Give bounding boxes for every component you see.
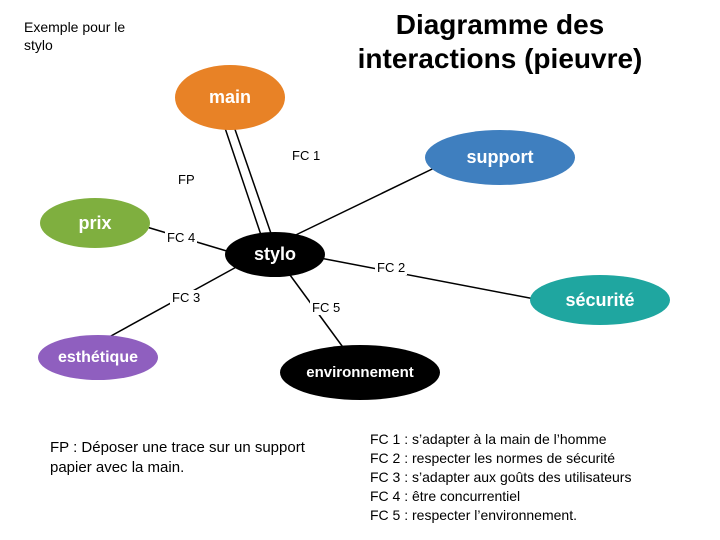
legend-fc1: FC 1 : s’adapter à la main de l’homme [370,430,700,449]
node-environnement: environnement [280,345,440,400]
node-support-label: support [467,147,534,168]
example-note-line2: stylo [24,37,53,53]
page-title: Diagramme des interactions (pieuvre) [300,8,700,75]
legend-fc4: FC 4 : être concurrentiel [370,487,700,506]
node-environnement-label: environnement [306,364,414,381]
edge-label-fc1: FC 1 [290,148,322,163]
node-main: main [175,65,285,130]
node-esthetique-label: esthétique [58,349,138,367]
title-line1: Diagramme des [396,9,605,40]
example-note-line1: Exemple pour le [24,19,125,35]
edge-label-fc5: FC 5 [310,300,342,315]
edge-label-fc3: FC 3 [170,290,202,305]
node-stylo: stylo [225,232,325,277]
legend-fc2: FC 2 : respecter les normes de sécurité [370,449,700,468]
legend-fc3: FC 3 : s’adapter aux goûts des utilisate… [370,468,700,487]
legend-fc5: FC 5 : respecter l’environnement. [370,506,700,525]
node-securite: sécurité [530,275,670,325]
node-prix-label: prix [78,213,111,234]
node-securite-label: sécurité [565,290,634,311]
node-main-label: main [209,87,251,108]
node-prix: prix [40,198,150,248]
legend-fp: FP : Déposer une trace sur un support pa… [50,438,310,477]
node-esthetique: esthétique [38,335,158,380]
edge-label-fc2: FC 2 [375,260,407,275]
diagram-stage: Exemple pour le stylo Diagramme des inte… [0,0,720,540]
legend-fc-list: FC 1 : s’adapter à la main de l’homme FC… [370,430,700,524]
node-stylo-label: stylo [254,244,296,265]
edge-label-fc4: FC 4 [165,230,197,245]
node-support: support [425,130,575,185]
title-line2: interactions (pieuvre) [358,43,643,74]
example-note: Exemple pour le stylo [24,18,144,54]
edge-label-fp: FP [176,172,197,187]
